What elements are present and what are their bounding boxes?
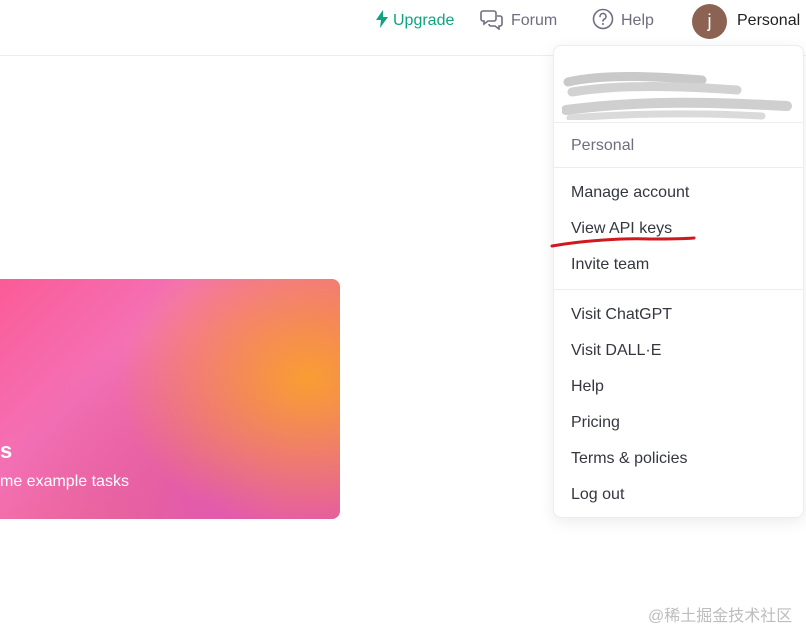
avatar: j — [692, 3, 727, 39]
upgrade-label: Upgrade — [393, 12, 455, 29]
chat-bubbles-icon — [480, 8, 504, 35]
account-dropdown-menu: Personal Manage account View API keys In… — [553, 45, 804, 518]
question-circle-icon — [592, 8, 614, 35]
forum-link[interactable]: Forum — [480, 8, 557, 34]
menu-item-invite-team[interactable]: Invite team — [571, 256, 649, 274]
redacted-account-info — [561, 60, 792, 122]
menu-item-visit-chatgpt[interactable]: Visit ChatGPT — [571, 306, 672, 324]
forum-label: Forum — [511, 12, 558, 29]
menu-item-pricing[interactable]: Pricing — [571, 414, 620, 432]
card-subtitle: me example tasks — [0, 473, 129, 490]
menu-divider — [554, 289, 803, 290]
menu-item-visit-dalle[interactable]: Visit DALL·E — [571, 342, 661, 360]
menu-item-help[interactable]: Help — [571, 378, 604, 396]
red-underline-annotation — [550, 233, 698, 251]
help-link[interactable]: Help — [592, 8, 654, 34]
account-label: Personal — [737, 12, 801, 29]
card-title: s — [0, 438, 12, 463]
menu-item-terms-policies[interactable]: Terms & policies — [571, 450, 687, 468]
menu-divider — [554, 122, 803, 123]
menu-item-log-out[interactable]: Log out — [571, 486, 624, 504]
org-label: Personal — [571, 137, 635, 154]
watermark-text: @稀土掘金技术社区 — [648, 608, 793, 625]
account-menu-button[interactable]: j Personal — [692, 3, 801, 39]
menu-divider — [554, 167, 803, 168]
lightning-bolt-icon — [376, 9, 388, 33]
menu-item-manage-account[interactable]: Manage account — [571, 184, 689, 202]
upgrade-link[interactable]: Upgrade — [376, 8, 454, 34]
help-label: Help — [621, 12, 654, 29]
